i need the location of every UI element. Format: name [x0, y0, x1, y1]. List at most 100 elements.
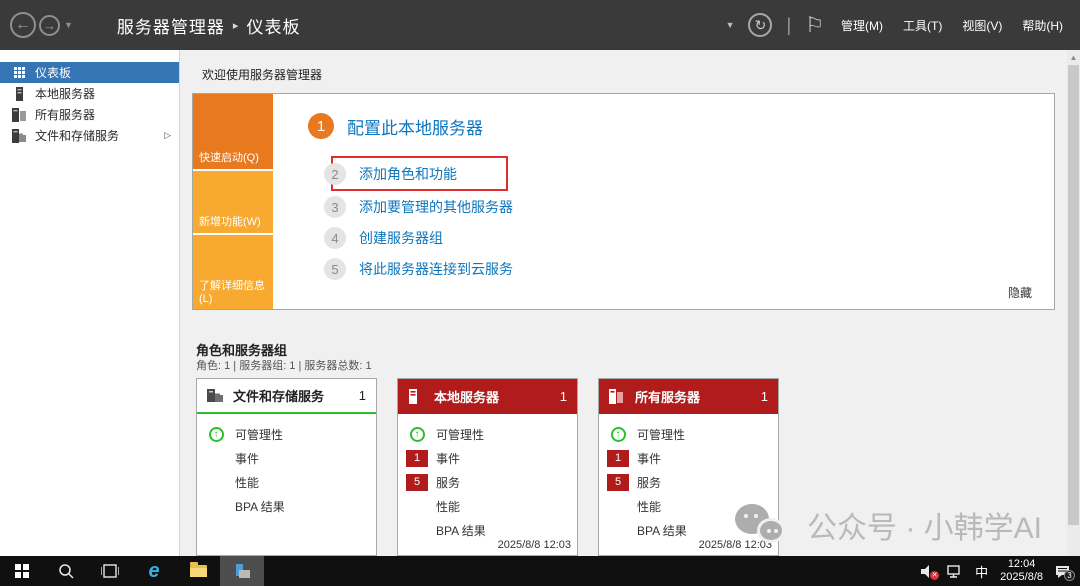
step-link[interactable]: 将此服务器连接到云服务 — [359, 259, 513, 279]
step-create-server-group[interactable]: 4 创建服务器组 — [308, 227, 443, 249]
task-view-button[interactable] — [88, 556, 132, 586]
clock-date: 2025/8/8 — [1000, 571, 1043, 584]
clock-time: 12:04 — [1000, 558, 1043, 571]
step-number-badge: 4 — [324, 227, 346, 249]
row-bpa-results[interactable]: BPA 结果 — [197, 494, 376, 518]
tile-title: 本地服务器 — [434, 387, 499, 406]
menu-manage[interactable]: 管理(M) — [838, 17, 886, 34]
tile-file-storage-services[interactable]: 文件和存储服务 1 ↑ 可管理性 事件 性能 BPA 结果 — [196, 378, 377, 556]
action-center-button[interactable]: 3 — [1055, 565, 1070, 578]
step-number-badge: 1 — [308, 113, 334, 139]
servers-icon — [10, 108, 28, 122]
step-link[interactable]: 添加角色和功能 — [359, 164, 457, 184]
sidebar-item-dashboard[interactable]: 仪表板 — [0, 62, 179, 83]
start-button[interactable] — [0, 556, 44, 586]
row-label: 性能 — [235, 474, 259, 491]
menu-help[interactable]: 帮助(H) — [1019, 17, 1066, 34]
clock[interactable]: 12:04 2025/8/8 — [1000, 558, 1043, 583]
main-content: 欢迎使用服务器管理器 快速启动(Q) 新增功能(W) 了解详细信息(L) 1 配… — [180, 50, 1080, 556]
tile-header[interactable]: 本地服务器 1 — [398, 379, 577, 414]
step-link[interactable]: 配置此本地服务器 — [347, 114, 483, 139]
hide-link[interactable]: 隐藏 — [1008, 284, 1032, 301]
row-services[interactable]: 5 服务 — [398, 470, 577, 494]
refresh-button[interactable]: ↻ — [748, 13, 772, 37]
network-icon — [947, 565, 963, 578]
row-label: 可管理性 — [436, 426, 484, 443]
step-link[interactable]: 创建服务器组 — [359, 228, 443, 248]
tab-whats-new[interactable]: 新增功能(W) — [193, 171, 273, 233]
step-link[interactable]: 添加要管理的其他服务器 — [359, 197, 513, 217]
back-button[interactable]: ← — [10, 12, 36, 38]
welcome-tile-tabs: 快速启动(Q) 新增功能(W) 了解详细信息(L) — [193, 94, 273, 309]
event-count-badge: 1 — [607, 450, 629, 467]
menu-view[interactable]: 视图(V) — [959, 17, 1005, 34]
tile-count: 1 — [761, 389, 768, 404]
windows-logo-icon — [15, 564, 29, 578]
tab-quick-start[interactable]: 快速启动(Q) — [193, 94, 273, 169]
row-events[interactable]: 1 事件 — [398, 446, 577, 470]
sidebar-item-file-storage-services[interactable]: 文件和存储服务 ▷ — [0, 125, 179, 146]
row-label: 服务 — [637, 474, 661, 491]
row-label: 可管理性 — [637, 426, 685, 443]
sidebar-item-all-servers[interactable]: 所有服务器 — [0, 104, 179, 125]
back-icon: ← — [15, 16, 31, 34]
role-tiles: 文件和存储服务 1 ↑ 可管理性 事件 性能 BPA 结果 — [196, 378, 779, 556]
scrollbar-thumb[interactable] — [1068, 65, 1079, 525]
row-label: 事件 — [637, 450, 661, 467]
volume-muted-button[interactable]: ✕ — [921, 565, 935, 578]
up-arrow-icon: ↑ — [410, 427, 425, 442]
sidebar-item-local-server[interactable]: 本地服务器 — [0, 83, 179, 104]
file-explorer-button[interactable] — [176, 556, 220, 586]
tab-learn-more[interactable]: 了解详细信息(L) — [193, 235, 273, 309]
wechat-icon — [735, 502, 793, 548]
row-services[interactable]: 5 服务 — [599, 470, 778, 494]
menu-tools[interactable]: 工具(T) — [900, 17, 945, 34]
expand-arrow-icon[interactable]: ▷ — [164, 130, 171, 141]
row-label: 可管理性 — [235, 426, 283, 443]
notification-count-badge: 3 — [1064, 570, 1075, 581]
step-connect-cloud-services[interactable]: 5 将此服务器连接到云服务 — [308, 258, 513, 280]
watermark: 公众号 · 小韩学AI — [735, 502, 1042, 548]
nav-history-caret-icon[interactable]: ▼ — [64, 20, 73, 30]
notifications-flag-icon[interactable]: ⚐ — [805, 13, 824, 38]
mute-x-icon: ✕ — [930, 571, 939, 580]
vertical-scrollbar[interactable]: ▲ — [1067, 50, 1080, 556]
welcome-heading: 欢迎使用服务器管理器 — [202, 66, 322, 83]
row-manageability[interactable]: ↑ 可管理性 — [599, 422, 778, 446]
file-storage-icon — [10, 129, 28, 143]
step-add-roles-features[interactable]: 2 添加角色和功能 — [308, 163, 457, 185]
row-performance[interactable]: 性能 — [197, 470, 376, 494]
toolbar-caret-icon[interactable]: ▼ — [726, 20, 735, 30]
search-button[interactable] — [44, 556, 88, 586]
event-count-badge: 1 — [406, 450, 428, 467]
tile-header[interactable]: 所有服务器 1 — [599, 379, 778, 414]
taskbar: e ✕ 中 12:04 2025/8/8 3 — [0, 556, 1080, 586]
row-manageability[interactable]: ↑ 可管理性 — [197, 422, 376, 446]
scrollbar-up-icon[interactable]: ▲ — [1067, 50, 1080, 64]
internet-explorer-button[interactable]: e — [132, 556, 176, 586]
search-icon — [58, 563, 74, 579]
server-manager-button[interactable] — [220, 556, 264, 586]
forward-button[interactable]: → — [39, 15, 60, 36]
servers-icon — [609, 389, 635, 404]
tab-label: 快速启动(Q) — [199, 149, 259, 165]
row-events[interactable]: 1 事件 — [599, 446, 778, 470]
step-configure-local-server[interactable]: 1 配置此本地服务器 — [308, 113, 483, 139]
row-events[interactable]: 事件 — [197, 446, 376, 470]
row-performance[interactable]: 性能 — [398, 494, 577, 518]
row-manageability[interactable]: ↑ 可管理性 — [398, 422, 577, 446]
dashboard-grid-icon — [10, 67, 28, 78]
ime-indicator[interactable]: 中 — [975, 562, 988, 581]
tile-title: 所有服务器 — [635, 387, 700, 406]
internet-explorer-icon: e — [148, 561, 159, 581]
step-add-other-servers[interactable]: 3 添加要管理的其他服务器 — [308, 196, 513, 218]
network-button[interactable] — [947, 565, 963, 578]
toolbar-divider: | — [786, 15, 791, 36]
welcome-tile: 快速启动(Q) 新增功能(W) 了解详细信息(L) 1 配置此本地服务器 2 添… — [192, 93, 1055, 310]
tile-header[interactable]: 文件和存储服务 1 — [197, 379, 376, 414]
tile-local-server[interactable]: 本地服务器 1 ↑ 可管理性 1 事件 5 服务 性能 — [397, 378, 578, 556]
forward-icon: → — [43, 18, 56, 33]
system-tray: ✕ 中 12:04 2025/8/8 3 — [921, 556, 1080, 586]
file-storage-icon — [207, 388, 233, 403]
refresh-icon: ↻ — [755, 17, 767, 34]
